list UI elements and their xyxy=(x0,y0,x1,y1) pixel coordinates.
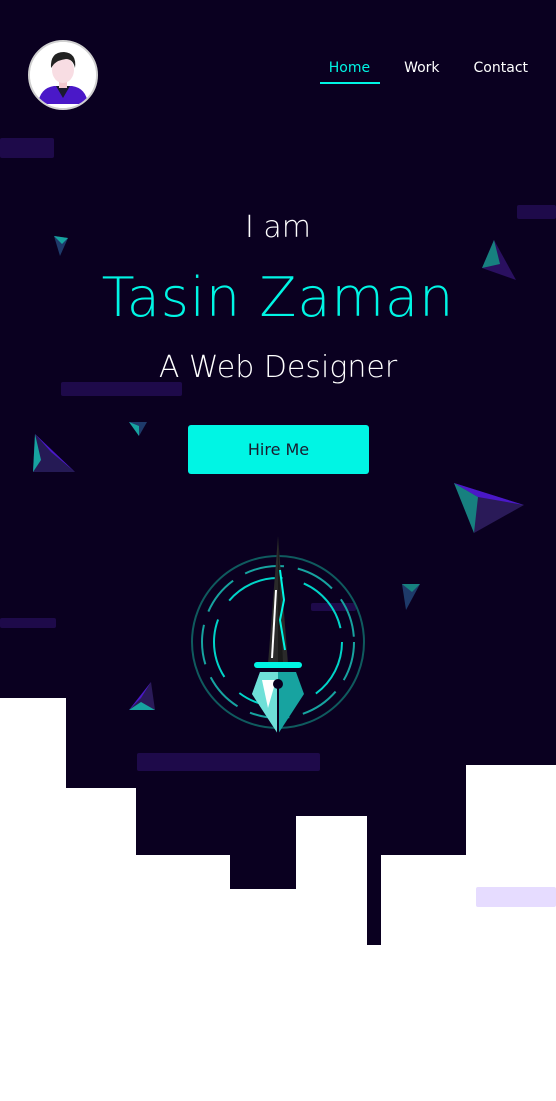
intro-text: I am xyxy=(245,210,311,245)
main-nav: Home Work Contact xyxy=(295,60,528,84)
skyline-block xyxy=(0,889,296,945)
deco-bar xyxy=(137,753,320,771)
deco-bar xyxy=(476,887,556,907)
deco-bar xyxy=(0,138,54,158)
shard-icon xyxy=(402,584,420,610)
shard-icon xyxy=(129,682,155,710)
hero-role: A Web Designer xyxy=(158,350,398,385)
user-avatar-icon xyxy=(30,42,96,108)
shard-icon xyxy=(454,483,524,533)
shard-icon xyxy=(33,434,75,472)
pen-nib-icon xyxy=(191,536,365,734)
deco-bar xyxy=(0,618,56,628)
hire-me-button[interactable]: Hire Me xyxy=(188,425,369,474)
skyline-block xyxy=(296,816,367,945)
nav-item-home[interactable]: Home xyxy=(319,60,381,84)
hero-name: Tasin Zaman xyxy=(101,266,455,329)
skyline-block xyxy=(466,765,556,945)
shard-icon xyxy=(129,422,147,436)
nav-item-contact[interactable]: Contact xyxy=(474,60,528,84)
avatar[interactable] xyxy=(28,40,98,110)
nav-item-work[interactable]: Work xyxy=(404,60,439,84)
hero-section: Home Work Contact I am Tasin Zaman A Web… xyxy=(0,0,556,945)
